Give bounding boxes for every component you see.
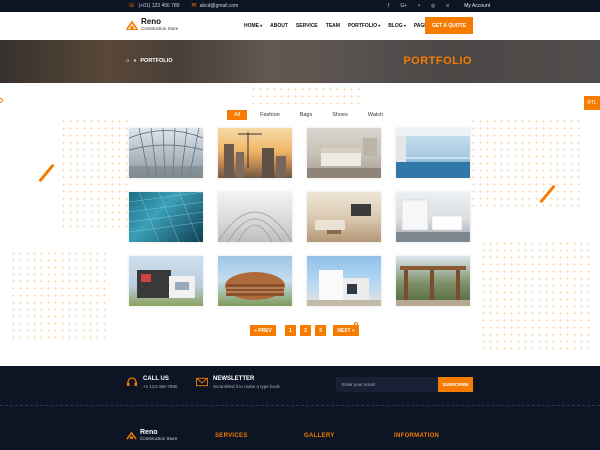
- footer-divider: [0, 405, 600, 406]
- living-room-photo[interactable]: [307, 192, 381, 242]
- decorative-ring: [0, 98, 3, 103]
- site-logo[interactable]: Reno Construction Store: [126, 18, 178, 31]
- newsletter-block: NEWSLETTER Scrambled it to make a type b…: [196, 376, 281, 389]
- page-1-button[interactable]: 1: [285, 325, 296, 336]
- phone-info[interactable]: ☏ (+01) 123 456 789: [128, 3, 180, 9]
- envelope-icon: [196, 377, 208, 387]
- footer-heading-information: INFORMATION: [394, 433, 440, 439]
- pagination: « PREV 1 2 3 NEXT »: [250, 325, 359, 336]
- newsletter-title: NEWSLETTER: [213, 376, 255, 382]
- filter-all[interactable]: All: [227, 110, 248, 120]
- phone-text: (+01) 123 456 789: [138, 3, 180, 9]
- wooden-pergola-photo[interactable]: [396, 256, 470, 306]
- footer-logo[interactable]: Reno Construction Store: [126, 429, 177, 441]
- modern-balcony-photo[interactable]: [396, 128, 470, 178]
- main-nav: HOME ABOUT SERVICE TEAM PORTFOLIO BLOG P…: [244, 23, 431, 29]
- breadcrumb: ⌂ » PORTFOLIO: [126, 58, 172, 64]
- filter-watch[interactable]: Watch: [360, 110, 391, 120]
- call-us-title: CALL US: [143, 376, 169, 382]
- decorative-dots: [10, 250, 110, 340]
- house-logo-icon: [126, 431, 137, 440]
- site-footer: [0, 366, 600, 450]
- dribbble-icon[interactable]: •: [418, 3, 420, 9]
- house-logo-icon: [126, 20, 138, 30]
- white-kitchen-photo[interactable]: [396, 192, 470, 242]
- decorative-dash: [38, 163, 55, 183]
- nav-service[interactable]: SERVICE: [296, 23, 318, 29]
- filter-shoes[interactable]: Shoes: [325, 110, 355, 120]
- subscribe-button[interactable]: SUBSCRIBE: [438, 377, 473, 392]
- call-us-number[interactable]: +1 123-456-7890: [143, 384, 177, 389]
- nav-team[interactable]: TEAM: [326, 23, 340, 29]
- nav-portfolio[interactable]: PORTFOLIO: [348, 23, 380, 29]
- contact-info: ☏ (+01) 123 456 789 ✉ abcd@gmail.com: [128, 3, 238, 9]
- breadcrumb-current: PORTFOLIO: [140, 58, 173, 64]
- google-plus-icon[interactable]: G+: [400, 3, 407, 9]
- footer-heading-services: SERVICES: [215, 433, 248, 439]
- site-header: Reno Construction Store HOME ABOUT SERVI…: [0, 12, 600, 40]
- newsletter-email-input[interactable]: Enter your email: [336, 377, 438, 392]
- prev-page-button[interactable]: « PREV: [250, 325, 276, 336]
- footer-brand-tagline: Construction Store: [140, 436, 178, 441]
- phone-icon: ☏: [128, 3, 136, 9]
- filter-bags[interactable]: Bags: [292, 110, 320, 120]
- white-arches-photo[interactable]: [218, 192, 292, 242]
- facebook-icon[interactable]: f: [388, 3, 389, 9]
- footer-brand-name: Reno: [140, 429, 158, 436]
- city-cranes-photo[interactable]: [218, 128, 292, 178]
- brand-tagline: Construction Store: [141, 26, 179, 31]
- glass-walkway-photo[interactable]: [129, 128, 203, 178]
- page-banner: [0, 40, 600, 83]
- decorative-dots: [250, 86, 360, 106]
- my-account-link[interactable]: My Account: [464, 3, 490, 9]
- page-3-button[interactable]: 3: [315, 325, 326, 336]
- modern-house-photo[interactable]: [129, 256, 203, 306]
- page-title: PORTFOLIO: [403, 55, 472, 67]
- decorative-dots: [60, 118, 130, 228]
- rtl-toggle[interactable]: RTL: [584, 96, 600, 110]
- page-2-button[interactable]: 2: [300, 325, 311, 336]
- headset-icon: [127, 377, 137, 386]
- get-a-quote-button[interactable]: GET A QUOTE: [425, 17, 473, 34]
- filter-fashion[interactable]: Fashion: [253, 110, 287, 120]
- portfolio-filters: All Fashion Bags Shoes Watch: [227, 110, 391, 120]
- top-bar: ☏ (+01) 123 456 789 ✉ abcd@gmail.com f G…: [0, 0, 600, 12]
- mail-icon: ✉: [191, 3, 197, 9]
- home-icon[interactable]: ⌂: [126, 58, 129, 64]
- nav-blog[interactable]: BLOG: [388, 23, 406, 29]
- decorative-dots: [470, 118, 580, 208]
- call-us-block: CALL US +1 123-456-7890: [126, 376, 177, 389]
- next-page-button[interactable]: NEXT »: [333, 325, 359, 336]
- nav-about[interactable]: ABOUT: [270, 23, 288, 29]
- instagram-icon[interactable]: ◎: [431, 3, 435, 9]
- brand-name: Reno: [141, 17, 161, 26]
- portfolio-gallery: [129, 128, 471, 306]
- social-links: f G+ • ◎ ≡ My Account: [388, 3, 490, 9]
- newsletter-text: Scrambled it to make a type book.: [213, 384, 282, 389]
- breadcrumb-separator-icon: »: [133, 58, 137, 64]
- decorative-dots: [480, 240, 590, 350]
- nav-home[interactable]: HOME: [244, 23, 262, 29]
- email-text: abcd@gmail.com: [199, 3, 239, 9]
- email-info[interactable]: ✉ abcd@gmail.com: [192, 3, 239, 9]
- rss-icon[interactable]: ≡: [446, 3, 449, 9]
- footer-heading-gallery: GALLERY: [304, 433, 335, 439]
- glass-tower-photo[interactable]: [129, 192, 203, 242]
- round-building-photo[interactable]: [218, 256, 292, 306]
- bedroom-interior-photo[interactable]: [307, 128, 381, 178]
- white-villa-photo[interactable]: [307, 256, 381, 306]
